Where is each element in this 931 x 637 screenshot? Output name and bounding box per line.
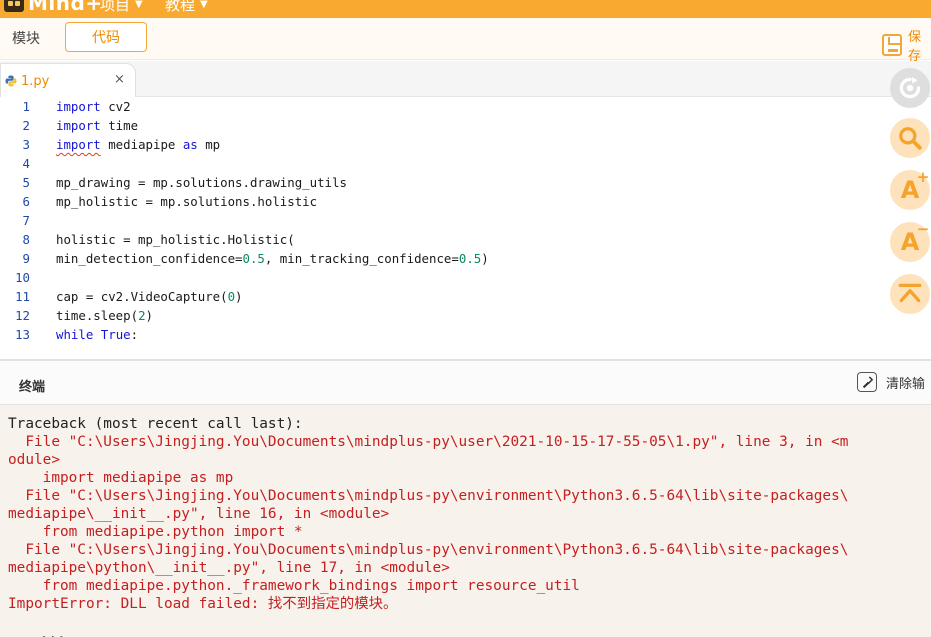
terminal-line: import mediapipe as mp — [8, 470, 234, 486]
clear-output-label: 清除输 — [886, 376, 926, 392]
code-text: min_detection_confidence=0.5, min_tracki… — [56, 251, 489, 266]
menu-project-label: 项目 — [100, 0, 131, 14]
code-line[interactable]: 4 — [0, 154, 880, 173]
terminal-line: from mediapipe.python._framework_binding… — [8, 578, 580, 594]
save-button[interactable]: 保存 — [882, 26, 931, 64]
code-text: import time — [56, 118, 139, 133]
refresh-button[interactable] — [890, 68, 930, 108]
terminal-output[interactable]: Traceback (most recent call last): File … — [0, 405, 931, 637]
menu-tutorial[interactable]: 教程 ▼ — [165, 0, 208, 15]
line-number: 1 — [22, 99, 30, 114]
code-line[interactable]: 9 min_detection_confidence=0.5, min_track… — [0, 249, 880, 268]
code-text: mp_drawing = mp.solutions.drawing_utils — [56, 175, 347, 190]
tab-code-label: 代码 — [92, 30, 120, 46]
font-decrease-button[interactable]: A − — [890, 220, 930, 262]
terminal-line: File "C:\Users\Jingjing.You\Documents\mi… — [8, 542, 849, 558]
terminal-line: Traceback (most recent call last): — [8, 416, 303, 432]
terminal-prompt-line[interactable]: >>> — [8, 613, 78, 637]
font-increase-button[interactable]: A + — [890, 168, 930, 210]
terminal-header: 终端 清除输 — [0, 361, 931, 405]
mind-plus-logo-icon — [4, 0, 24, 12]
app-logo[interactable]: Mind+ — [4, 0, 103, 15]
close-icon[interactable]: × — [114, 72, 125, 87]
line-number: 7 — [22, 213, 30, 228]
save-icon — [882, 34, 902, 56]
code-line[interactable]: 5 mp_drawing = mp.solutions.drawing_utils — [0, 173, 880, 192]
python-file-icon — [5, 75, 17, 87]
chevron-down-icon: ▼ — [135, 0, 143, 10]
code-line[interactable]: 2 import time — [0, 116, 880, 135]
broom-icon — [857, 372, 877, 392]
terminal-line: odule> — [8, 452, 60, 468]
tab-code[interactable]: 代码 — [65, 22, 147, 52]
code-line[interactable]: 10 — [0, 268, 880, 287]
terminal-line: mediapipe\python\__init__.py", line 17, … — [8, 560, 450, 576]
text-cursor — [69, 632, 78, 637]
code-text: mp_holistic = mp.solutions.holistic — [56, 194, 318, 209]
code-line[interactable]: 1 import cv2 — [0, 97, 880, 116]
terminal-line: mediapipe\__init__.py", line 16, in <mod… — [8, 506, 390, 522]
code-line[interactable]: 8 holistic = mp_holistic.Holistic( — [0, 230, 880, 249]
code-text: import mediapipe as mp — [56, 137, 221, 152]
line-number: 2 — [22, 118, 30, 133]
mode-tab-bar: 模块 代码 保存 — [0, 18, 931, 64]
code-line[interactable]: 3 import mediapipe as mp — [0, 135, 880, 154]
app-header: Mind+ 项目 ▼ 教程 ▼ — [0, 0, 931, 18]
code-text: time.sleep(2) — [56, 308, 153, 323]
line-number: 10 — [15, 270, 30, 285]
code-line[interactable]: 6 mp_holistic = mp.solutions.holistic — [0, 192, 880, 211]
code-text: holistic = mp_holistic.Holistic( — [56, 232, 295, 247]
terminal-line: from mediapipe.python import * — [8, 524, 303, 540]
refresh-icon — [899, 77, 921, 99]
search-button[interactable] — [890, 118, 930, 158]
font-decrease-icon: A − — [900, 220, 930, 256]
code-line[interactable]: 12 time.sleep(2) — [0, 306, 880, 325]
line-number: 6 — [22, 194, 30, 209]
code-editor[interactable]: 1 import cv2 2 import time 3 import mediapipe… — [0, 97, 931, 359]
code-text: cap = cv2.VideoCapture(0) — [56, 289, 243, 304]
terminal-title: 终端 — [19, 380, 46, 395]
search-icon — [899, 127, 922, 150]
chevron-down-icon: ▼ — [200, 0, 208, 10]
line-number: 13 — [15, 327, 30, 342]
terminal-line: ImportError: DLL load failed: 找不到指定的模块。 — [8, 596, 398, 612]
code-line[interactable]: 13 while True: — [0, 325, 880, 344]
font-increase-icon: A + — [900, 168, 930, 204]
terminal-line: File "C:\Users\Jingjing.You\Documents\mi… — [8, 434, 849, 450]
file-tab-1py[interactable]: 1.py × — [0, 63, 136, 97]
save-label: 保存 — [907, 30, 921, 64]
code-line[interactable]: 11 cap = cv2.VideoCapture(0) — [0, 287, 880, 306]
code-text: while True: — [56, 327, 139, 342]
file-tab-name: 1.py — [21, 74, 50, 89]
line-number: 12 — [15, 308, 30, 323]
line-number: 9 — [22, 251, 30, 266]
line-number: 5 — [22, 175, 30, 190]
scroll-to-top-icon — [898, 283, 922, 303]
line-number: 4 — [22, 156, 30, 171]
line-number: 11 — [15, 289, 30, 304]
menu-project[interactable]: 项目 ▼ — [100, 0, 143, 15]
code-line[interactable]: 7 — [0, 211, 880, 230]
line-number: 8 — [22, 232, 30, 247]
terminal-prompt: >>> — [43, 632, 69, 637]
code-text: import cv2 — [56, 99, 131, 114]
terminal-line: File "C:\Users\Jingjing.You\Documents\mi… — [8, 488, 849, 504]
clear-output-button[interactable]: 清除输 — [857, 372, 925, 392]
logo-text: Mind+ — [28, 0, 103, 15]
menu-tutorial-label: 教程 — [165, 0, 196, 14]
tab-blocks[interactable]: 模块 — [12, 28, 40, 48]
scroll-to-top-button[interactable] — [890, 274, 930, 314]
line-number: 3 — [22, 137, 30, 152]
file-tab-strip: 1.py × — [0, 61, 931, 97]
